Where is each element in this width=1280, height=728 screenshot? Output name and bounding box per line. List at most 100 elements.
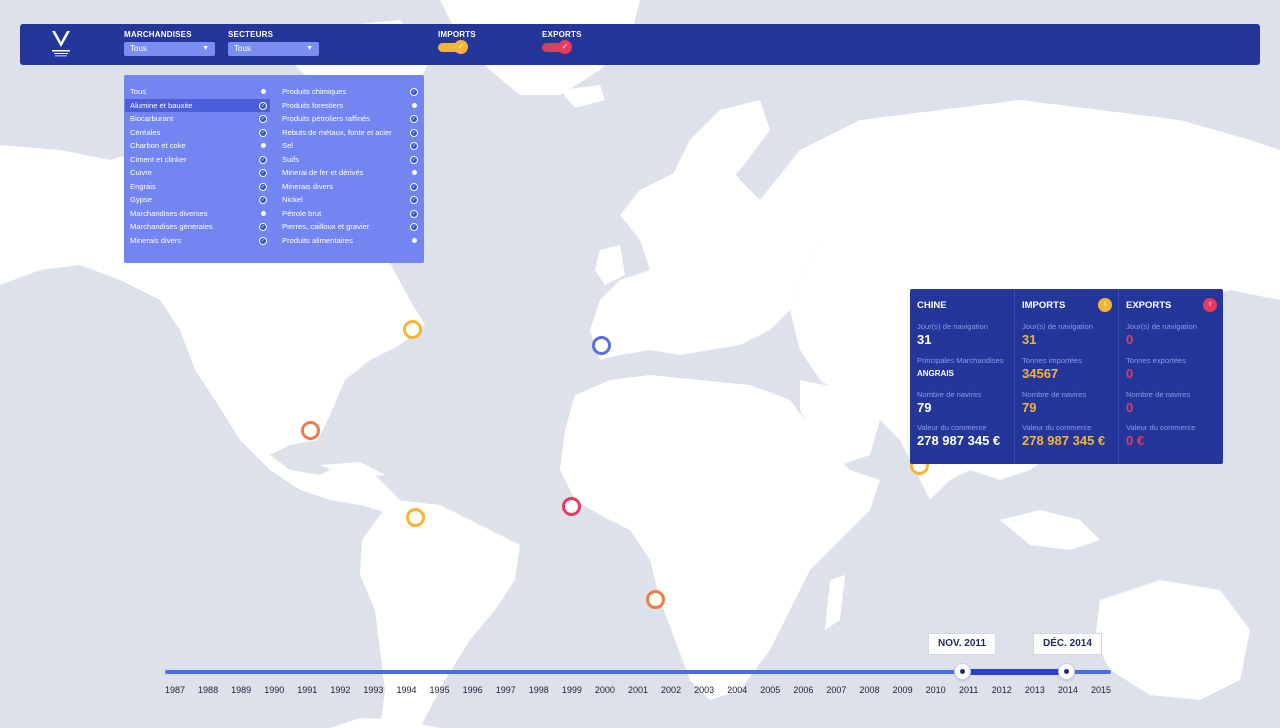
dropdown-option[interactable]: Minerais divers ✓: [125, 234, 270, 248]
timeline-year[interactable]: 2004: [727, 685, 747, 695]
checked-icon[interactable]: ✓: [259, 101, 267, 110]
checked-icon[interactable]: ✓: [410, 223, 418, 231]
timeline-year[interactable]: 1993: [363, 685, 383, 695]
timeline-year[interactable]: 1989: [231, 685, 251, 695]
marchandises-label: MARCHANDISES: [124, 30, 192, 39]
checked-icon[interactable]: ✓: [259, 128, 267, 137]
import-icon: ⇩: [1098, 298, 1112, 312]
checked-icon[interactable]: ✓: [410, 128, 418, 137]
checked-icon[interactable]: ✓: [410, 88, 418, 96]
marchandises-select[interactable]: Tous ▼: [124, 42, 215, 56]
timeline-year[interactable]: 1991: [297, 685, 317, 695]
timeline-year[interactable]: 1990: [264, 685, 284, 695]
checked-icon[interactable]: ✓: [410, 182, 418, 191]
dropdown-option[interactable]: Produits chimiques ✓: [277, 85, 421, 99]
timeline-year[interactable]: 1992: [330, 685, 350, 695]
timeline-year[interactable]: 2009: [893, 685, 913, 695]
exports-trade-block: Valeur du commerce 0 €: [1126, 423, 1196, 448]
timeline-year[interactable]: 1994: [396, 685, 416, 695]
unchecked-icon[interactable]: [261, 89, 266, 94]
dropdown-option[interactable]: Nickel ✓: [277, 193, 421, 207]
timeline-year[interactable]: 1996: [463, 685, 483, 695]
dropdown-option[interactable]: Tous: [125, 85, 270, 99]
dropdown-option[interactable]: Minerai de fer et dérivés: [277, 166, 421, 180]
unchecked-icon[interactable]: [412, 102, 417, 108]
port-marker-canada[interactable]: [403, 320, 422, 339]
dropdown-option[interactable]: Produits forestiers: [277, 99, 421, 113]
dropdown-option[interactable]: Suifs ✓: [277, 153, 421, 167]
dropdown-option[interactable]: Pétrole brut ✓: [277, 207, 421, 221]
dropdown-option[interactable]: Marchandises diverses: [125, 207, 270, 221]
top-filter-bar: MARCHANDISES Tous ▼ SECTEURS Tous ▼ IMPO…: [20, 24, 1260, 65]
dropdown-option[interactable]: Produits alimentaires: [277, 234, 421, 248]
dropdown-option[interactable]: Gypse ✓: [125, 193, 270, 207]
timeline-year[interactable]: 2010: [926, 685, 946, 695]
timeline-year[interactable]: 2015: [1091, 685, 1111, 695]
dropdown-column-1: Tous Alumine et bauxite ✓ Biocarburant ✓ Céré…: [125, 85, 270, 247]
range-end-handle[interactable]: [1058, 663, 1075, 680]
dropdown-option[interactable]: Engrais ✓: [125, 180, 270, 194]
port-marker-guyana[interactable]: [406, 508, 425, 527]
exports-toggle-label: EXPORTS: [542, 30, 582, 39]
checked-icon[interactable]: ✓: [410, 209, 418, 218]
dropdown-option[interactable]: Rebuts de métaux, fonte et acier ✓: [277, 126, 421, 140]
timeline-year[interactable]: 1997: [496, 685, 516, 695]
unchecked-icon[interactable]: [412, 237, 417, 243]
port-marker-west-africa[interactable]: [562, 497, 581, 516]
dropdown-option[interactable]: Sel ✓: [277, 139, 421, 153]
timeline-year[interactable]: 2013: [1025, 685, 1045, 695]
range-start-handle[interactable]: [954, 663, 971, 680]
dropdown-option[interactable]: Alumine et bauxite ✓: [125, 98, 270, 112]
port-marker-angola[interactable]: [646, 590, 665, 609]
timeline-year[interactable]: 2003: [694, 685, 714, 695]
dropdown-option[interactable]: Charbon et coke: [125, 139, 270, 153]
exports-tonnes-label: Tonnes exportées: [1126, 356, 1186, 365]
timeline-year[interactable]: 2014: [1058, 685, 1078, 695]
checked-icon[interactable]: ✓: [259, 115, 267, 123]
dropdown-option[interactable]: Marchandises générales ✓: [125, 220, 270, 234]
dropdown-option[interactable]: Ciment et clinker ✓: [125, 153, 270, 167]
checked-icon[interactable]: ✓: [410, 115, 418, 123]
checked-icon[interactable]: ✓: [259, 169, 267, 177]
checked-icon[interactable]: ✓: [410, 196, 418, 204]
dropdown-option[interactable]: Biocarburant ✓: [125, 112, 270, 126]
port-logo-icon[interactable]: [50, 29, 72, 59]
unchecked-icon[interactable]: [412, 170, 417, 175]
exports-toggle[interactable]: ✓: [542, 40, 572, 54]
timeline-year[interactable]: 1987: [165, 685, 185, 695]
unchecked-icon[interactable]: [261, 210, 266, 216]
unchecked-icon[interactable]: [261, 143, 266, 148]
checked-icon[interactable]: ✓: [259, 182, 267, 191]
timeline-year[interactable]: 2012: [992, 685, 1012, 695]
port-marker-europe[interactable]: [592, 336, 611, 355]
timeline-year[interactable]: 2001: [628, 685, 648, 695]
dropdown-option[interactable]: Produits pétroliers raffinés ✓: [277, 112, 421, 126]
dropdown-option[interactable]: Cuivre ✓: [125, 166, 270, 180]
checked-icon[interactable]: ✓: [259, 223, 267, 231]
timeline-year[interactable]: 2000: [595, 685, 615, 695]
timeline-year[interactable]: 2007: [826, 685, 846, 695]
timeline-year[interactable]: 2011: [959, 685, 978, 695]
dropdown-option[interactable]: Minerais divers ✓: [277, 180, 421, 194]
checked-icon[interactable]: ✓: [410, 142, 418, 150]
imports-nav-label: Jour(s) de navigation: [1022, 322, 1093, 331]
timeline-year[interactable]: 2006: [793, 685, 813, 695]
checked-icon[interactable]: ✓: [259, 236, 267, 245]
port-marker-gulf[interactable]: [301, 421, 320, 440]
timeline-year[interactable]: 1988: [198, 685, 218, 695]
timeline-year[interactable]: 2002: [661, 685, 681, 695]
timeline-year[interactable]: 2008: [859, 685, 879, 695]
imports-toggle[interactable]: ✓: [438, 40, 468, 54]
checked-icon[interactable]: ✓: [259, 196, 267, 204]
timeline-year[interactable]: 1998: [529, 685, 549, 695]
range-start-tooltip: NOV. 2011: [928, 633, 997, 655]
timeline-year[interactable]: 2005: [760, 685, 780, 695]
timeline-year[interactable]: 1995: [430, 685, 450, 695]
timeline-year[interactable]: 1999: [562, 685, 582, 695]
dropdown-option[interactable]: Céréales ✓: [125, 126, 270, 140]
secteurs-select[interactable]: Tous ▼: [228, 42, 319, 56]
exports-ships-value: 0: [1126, 400, 1134, 415]
checked-icon[interactable]: ✓: [259, 155, 267, 164]
checked-icon[interactable]: ✓: [410, 155, 418, 164]
dropdown-option[interactable]: Pierres, cailloux et gravier ✓: [277, 220, 421, 234]
